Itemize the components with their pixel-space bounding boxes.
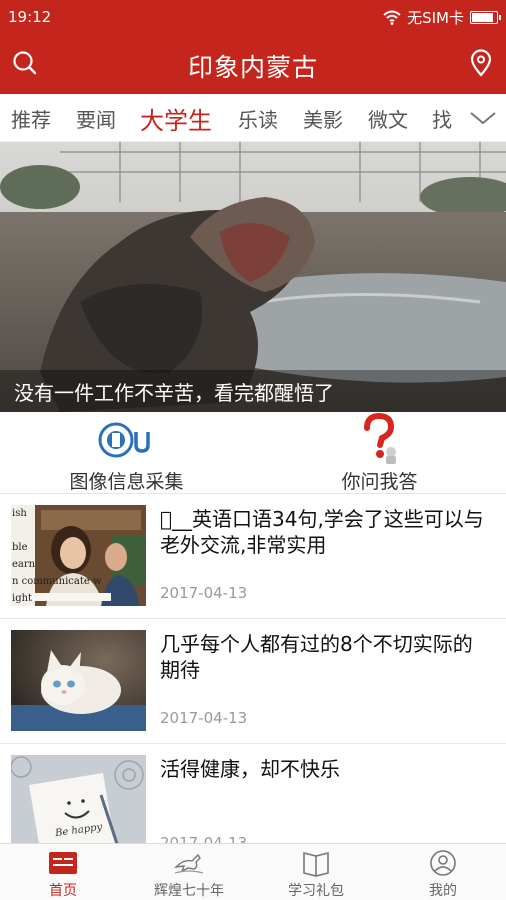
news-item[interactable]: 几乎每个人都有过的8个不切实际的期待 2017-04-13 xyxy=(0,619,506,744)
news-title: 活得健康，却不快乐 xyxy=(160,757,340,781)
app-title: 印象内蒙古 xyxy=(187,53,318,82)
news-thumbnail xyxy=(11,630,146,731)
horse-icon xyxy=(174,853,204,874)
tab-news[interactable]: 要闻 xyxy=(76,104,116,133)
user-icon xyxy=(430,850,456,876)
tab-find[interactable]: 找 xyxy=(432,104,452,133)
news-thumbnail: Be happy xyxy=(11,755,146,856)
nav-mine-label: 我的 xyxy=(429,883,457,899)
quick-link-qa[interactable]: 你问我答 xyxy=(253,412,506,494)
thumbnail-text: ish ble earn n communicate w ight xyxy=(11,505,146,606)
info-collection-logo-icon xyxy=(98,422,150,458)
home-icon xyxy=(49,852,77,874)
news-item[interactable]: ish ble earn n communicate w ight  __英语口… xyxy=(0,494,506,619)
thumbnail-text-line: ble xyxy=(12,542,28,553)
chevron-down-icon xyxy=(470,112,496,125)
quick-link-image-info-label: 图像信息采集 xyxy=(69,471,184,493)
thumbnail-text-line: earn xyxy=(12,559,36,570)
more-tabs-button[interactable] xyxy=(460,94,506,141)
quick-links: 图像信息采集 你问我答 xyxy=(0,412,506,494)
thumbnail-text-line: ight xyxy=(12,593,33,604)
news-thumbnail: ish ble earn n communicate w ight xyxy=(11,505,146,606)
status-bar: 19:12 无SIM卡 xyxy=(0,0,506,34)
news-date: 2017-04-13 xyxy=(160,709,248,727)
tab-micro-articles[interactable]: 微文 xyxy=(368,104,408,133)
news-title: 几乎每个人都有过的8个不切实际的期待 xyxy=(160,632,473,682)
nav-study-package[interactable]: 学习礼包 xyxy=(253,844,379,900)
nav-study-package-label: 学习礼包 xyxy=(288,883,344,899)
nav-home-label: 首页 xyxy=(49,883,77,899)
battery-icon xyxy=(470,11,501,24)
news-title:  __英语口语34句,学会了这些可以与老外交流,非常实用 xyxy=(160,507,484,557)
news-date: 2017-04-13 xyxy=(160,584,248,602)
book-icon xyxy=(303,851,329,877)
quick-link-qa-label: 你问我答 xyxy=(341,471,418,493)
quick-link-image-info[interactable]: 图像信息采集 xyxy=(0,412,253,494)
nav-glorious-seventy-years-label: 辉煌七十年 xyxy=(154,883,224,899)
banner-caption: 没有一件工作不辛苦，看完都醒悟了 xyxy=(14,381,334,405)
tab-recommend[interactable]: 推荐 xyxy=(11,104,51,133)
app-header: 印象内蒙古 xyxy=(0,34,506,94)
thumbnail-text-line: ish xyxy=(12,508,27,519)
wifi-icon xyxy=(383,10,401,25)
tab-photos[interactable]: 美影 xyxy=(303,104,343,133)
nav-home[interactable]: 首页 xyxy=(0,844,126,900)
tab-college-students[interactable]: 大学生 xyxy=(140,101,212,136)
location-pin-icon[interactable] xyxy=(466,48,496,78)
tab-reading[interactable]: 乐读 xyxy=(238,104,278,133)
category-tabs: 推荐 要闻 大学生 乐读 美影 微文 找 xyxy=(0,94,506,142)
question-mark-icon xyxy=(364,412,396,464)
bottom-navigation: 首页 辉煌七十年 学习礼包 我的 xyxy=(0,843,506,900)
status-time: 19:12 xyxy=(8,8,52,26)
carrier-label: 无SIM卡 xyxy=(407,9,464,27)
nav-glorious-seventy-years[interactable]: 辉煌七十年 xyxy=(126,844,252,900)
featured-banner[interactable]: 没有一件工作不辛苦，看完都醒悟了 xyxy=(0,142,506,412)
nav-mine[interactable]: 我的 xyxy=(380,844,506,900)
thumbnail-text-line: n communicate w xyxy=(12,576,102,587)
